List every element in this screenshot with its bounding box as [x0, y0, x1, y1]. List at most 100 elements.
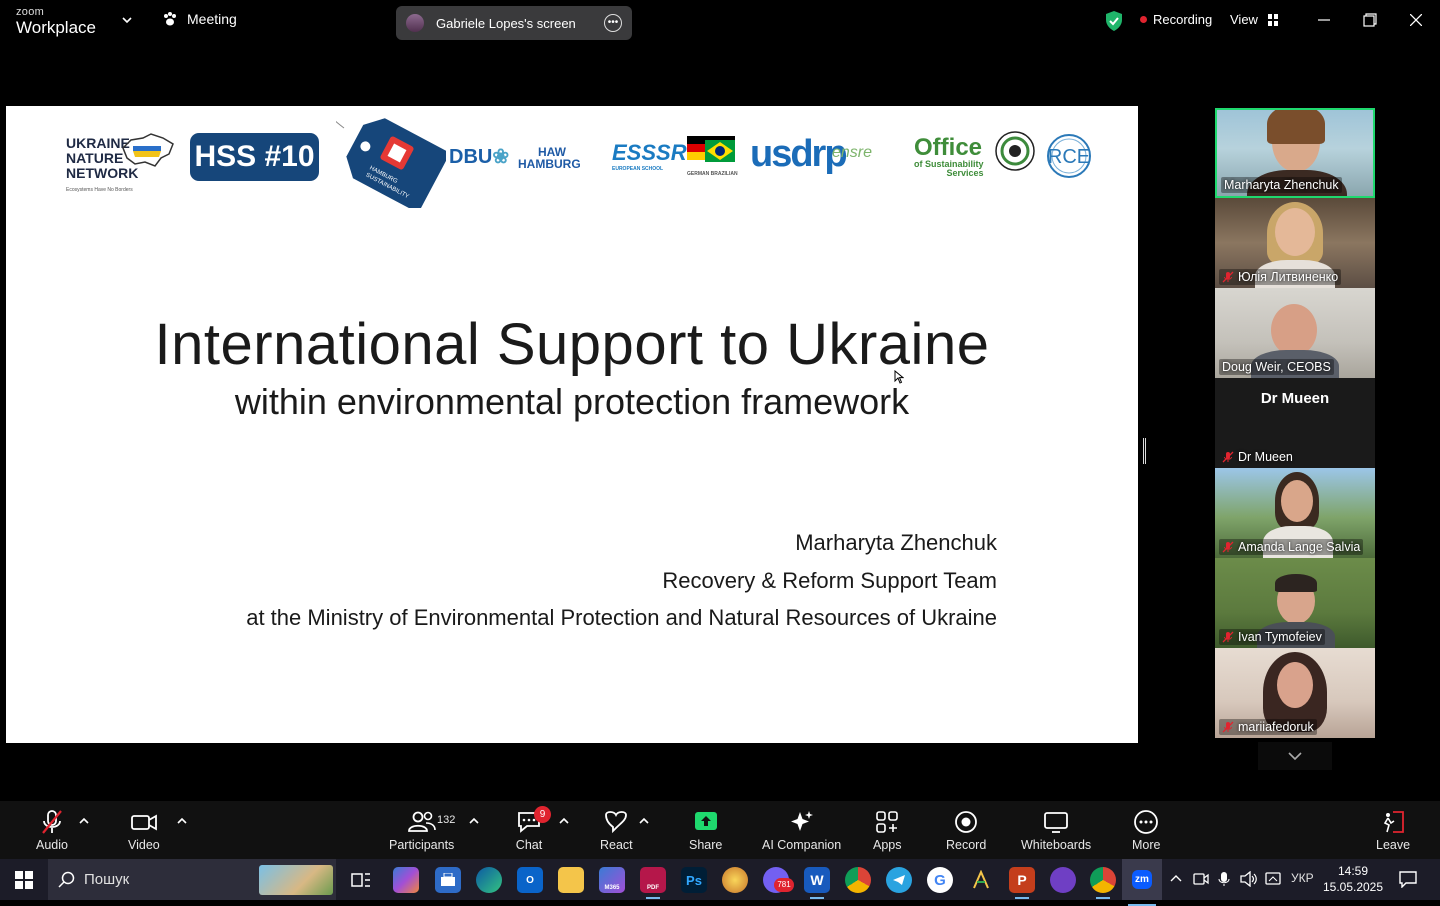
- meeting-label: Meeting: [187, 11, 237, 27]
- participant-tile[interactable]: Doug Weir, CEOBS: [1215, 288, 1375, 378]
- gallery-scroll-down-button[interactable]: [1258, 742, 1332, 770]
- windows-taskbar: Пошук O M365 PDF Ps 781 W G P zm УКР 14:…: [0, 859, 1440, 906]
- chevron-down-icon[interactable]: [122, 15, 132, 25]
- participants-count: 132: [437, 814, 456, 826]
- react-options-caret-icon[interactable]: [639, 817, 649, 825]
- brand-bottom: Workplace: [16, 18, 96, 37]
- react-heart-icon: [605, 811, 628, 834]
- participant-tile[interactable]: Marharyta Zhenchuk: [1215, 108, 1375, 198]
- participant-gallery: Marharyta Zhenchuk Юлія Литвиненко Doug …: [1215, 108, 1375, 738]
- google-icon[interactable]: G: [927, 867, 953, 893]
- presenter-avatar: [406, 14, 424, 32]
- more-label: More: [1132, 838, 1161, 852]
- participant-tile[interactable]: Dr Mueen Dr Mueen: [1215, 378, 1375, 468]
- dbu-logo: DBU❀: [449, 146, 510, 168]
- taskbar-search[interactable]: Пошук: [48, 859, 336, 900]
- author-block: Marharyta Zhenchuk Recovery & Reform Sup…: [246, 524, 997, 637]
- record-icon: [955, 811, 978, 833]
- record-button[interactable]: Record: [946, 809, 986, 852]
- video-button[interactable]: Video: [128, 809, 160, 852]
- mic-muted-icon: [1222, 271, 1234, 283]
- participants-icon: [407, 811, 436, 832]
- meeting-button[interactable]: Meeting: [162, 11, 237, 27]
- rce-label: RCE: [1048, 146, 1090, 168]
- show-hidden-icons-icon[interactable]: [1170, 874, 1182, 882]
- more-options-icon[interactable]: •••: [604, 14, 622, 32]
- copilot-icon[interactable]: [393, 867, 419, 893]
- ensre-logo: ensre: [832, 144, 873, 161]
- recording-indicator[interactable]: Recording: [1140, 12, 1212, 27]
- gallery-resize-handle[interactable]: [1143, 438, 1146, 464]
- ai-sparkle-icon: [790, 811, 813, 831]
- participant-video: [1275, 208, 1315, 256]
- pdf-app-icon[interactable]: PDF: [640, 867, 666, 899]
- notification-center-icon[interactable]: [1398, 870, 1418, 888]
- hss-badge: HSS #10: [190, 133, 319, 181]
- restore-icon: [1363, 13, 1377, 27]
- keyboard-language-indicator[interactable]: УКР: [1291, 871, 1314, 885]
- office-label-3: Services: [946, 168, 984, 178]
- leave-button[interactable]: Leave: [1376, 809, 1410, 852]
- close-button[interactable]: [1406, 10, 1426, 30]
- word-icon[interactable]: W: [804, 867, 830, 899]
- mic-muted-icon: [1222, 721, 1234, 733]
- telegram-icon[interactable]: [886, 867, 912, 893]
- file-explorer-icon[interactable]: [558, 867, 584, 893]
- microphone-icon[interactable]: [1217, 871, 1231, 887]
- participant-name-text: Doug Weir, CEOBS: [1222, 360, 1331, 374]
- volume-icon[interactable]: [1240, 871, 1258, 887]
- chat-options-caret-icon[interactable]: [559, 817, 569, 825]
- participant-hair: [1275, 574, 1317, 592]
- chrome-profile-icon[interactable]: [1090, 867, 1116, 899]
- participant-tile[interactable]: mariiafedoruk: [1215, 648, 1375, 738]
- meet-now-icon[interactable]: [1193, 871, 1209, 887]
- chrome-icon[interactable]: [845, 867, 871, 893]
- react-button[interactable]: React: [600, 809, 633, 852]
- audio-button[interactable]: Audio: [36, 809, 68, 852]
- audio-label: Audio: [36, 838, 68, 852]
- audio-options-caret-icon[interactable]: [79, 817, 89, 825]
- share-button[interactable]: Share: [689, 809, 722, 852]
- photo-viewer-icon[interactable]: [722, 867, 748, 893]
- video-options-caret-icon[interactable]: [177, 817, 187, 825]
- essr-sub: EUROPEAN SCHOOL: [612, 166, 664, 172]
- task-view-icon[interactable]: [348, 867, 374, 893]
- photoshop-icon[interactable]: Ps: [681, 867, 707, 893]
- encryption-shield-icon[interactable]: [1104, 10, 1124, 32]
- participant-video: [1277, 662, 1313, 708]
- participant-tile[interactable]: Ivan Tymofeiev: [1215, 558, 1375, 648]
- outlook-icon[interactable]: O: [517, 867, 543, 893]
- participant-tile[interactable]: Юлія Литвиненко: [1215, 198, 1375, 288]
- taskbar-clock[interactable]: 14:59 15.05.2025: [1322, 863, 1384, 895]
- clock-time: 14:59: [1337, 864, 1369, 878]
- whiteboards-button[interactable]: Whiteboards: [1021, 809, 1091, 852]
- edge-browser-icon[interactable]: [476, 867, 502, 893]
- screen-share-pill[interactable]: Gabriele Lopes's screen •••: [396, 6, 632, 40]
- fishing-app-icon[interactable]: [968, 867, 994, 893]
- participant-tile[interactable]: Amanda Lange Salvia: [1215, 468, 1375, 558]
- apps-button[interactable]: Apps: [873, 809, 902, 852]
- ai-companion-button[interactable]: AI Companion: [762, 809, 841, 852]
- more-button[interactable]: More: [1132, 809, 1160, 852]
- microsoft-store-icon[interactable]: [435, 867, 461, 893]
- zoom-taskbar-icon[interactable]: zm: [1122, 859, 1162, 906]
- powerpoint-icon[interactable]: P: [1009, 867, 1035, 899]
- participant-name: Юлія Литвиненко: [1219, 269, 1342, 285]
- m365-label: M365: [604, 885, 620, 891]
- meeting-toolbar: Audio Video Participants Chat 9 React Sh…: [0, 801, 1440, 859]
- view-button[interactable]: View: [1230, 12, 1278, 27]
- office-sustainability-logo: Office of Sustainability Services: [914, 136, 984, 178]
- windows-start-icon[interactable]: [15, 871, 33, 889]
- vpn-shield-icon[interactable]: [1050, 867, 1076, 893]
- minimize-button[interactable]: [1314, 10, 1334, 30]
- participant-name: Ivan Tymofeiev: [1219, 629, 1325, 645]
- participant-name: Marharyta Zhenchuk: [1221, 177, 1342, 193]
- record-dot-icon: [1140, 16, 1147, 23]
- video-camera-icon: [130, 814, 157, 831]
- network-icon[interactable]: [1265, 871, 1283, 887]
- microsoft-365-icon[interactable]: M365: [599, 867, 625, 893]
- restore-button[interactable]: [1360, 10, 1380, 30]
- paw-icon: [164, 12, 176, 26]
- shared-screen: UKRAINE NATURE NETWORK Ecosystems Have N…: [6, 106, 1138, 743]
- participants-options-caret-icon[interactable]: [469, 817, 479, 825]
